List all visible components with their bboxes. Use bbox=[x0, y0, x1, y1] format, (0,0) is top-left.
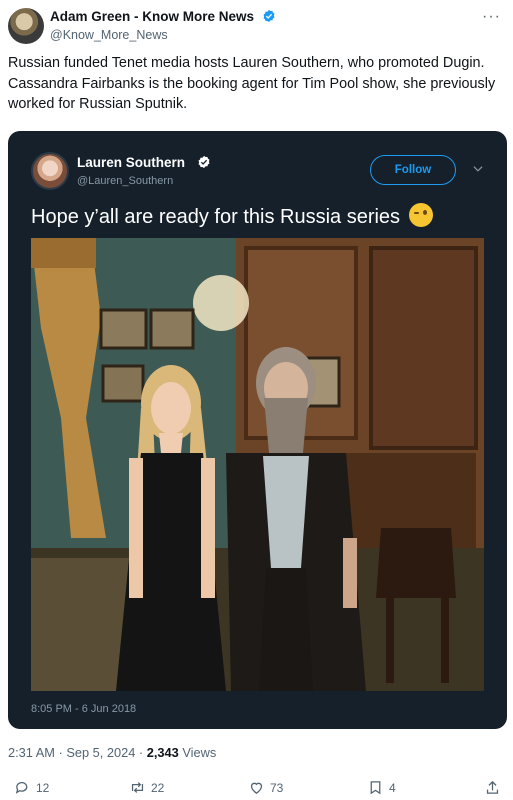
chevron-down-icon bbox=[473, 166, 483, 172]
more-icon[interactable]: ··· bbox=[482, 8, 501, 26]
reply-button[interactable]: 12 bbox=[14, 779, 49, 796]
embedded-author-handle: @Lauren_Southern bbox=[77, 175, 174, 187]
views-count: 2,343 bbox=[146, 745, 179, 760]
meta-separator-1: · bbox=[54, 745, 67, 760]
reply-count: 12 bbox=[36, 780, 50, 795]
embedded-tweet-image[interactable]: Lauren Southern @Lauren_Southern Follow … bbox=[8, 131, 507, 729]
embedded-author-name: Lauren Southern bbox=[77, 155, 186, 170]
verified-badge-icon bbox=[263, 9, 275, 23]
like-button[interactable]: 73 bbox=[248, 779, 283, 796]
bookmark-count: 4 bbox=[389, 780, 396, 795]
tweet-text: Russian funded Tenet media hosts Lauren … bbox=[8, 55, 496, 112]
bookmark-button[interactable]: 4 bbox=[367, 779, 396, 796]
author-name[interactable]: Adam Green - Know More News bbox=[50, 9, 254, 24]
repost-button[interactable]: 22 bbox=[129, 779, 164, 796]
photo bbox=[31, 238, 484, 691]
like-count: 73 bbox=[270, 780, 284, 795]
repost-icon bbox=[131, 782, 144, 793]
winking-face-icon bbox=[408, 203, 433, 227]
tweet-header: Adam Green - Know More News @Know_More_N… bbox=[8, 6, 505, 46]
share-button[interactable] bbox=[484, 779, 501, 796]
author-handle[interactable]: @Know_More_News bbox=[50, 28, 168, 42]
tweet-meta: 2:31 AM · Sep 5, 2024 · 2,343 Views bbox=[8, 745, 216, 760]
follow-button: Follow bbox=[370, 155, 456, 185]
share-icon bbox=[486, 780, 499, 794]
embedded-author-avatar bbox=[31, 152, 69, 190]
meta-separator-2: · bbox=[135, 745, 147, 760]
embedded-tweet-timestamp: 8:05 PM - 6 Jun 2018 bbox=[31, 703, 137, 715]
reply-icon bbox=[15, 781, 28, 794]
bookmark-icon bbox=[370, 781, 381, 795]
tweet-time[interactable]: 2:31 AM bbox=[8, 745, 55, 760]
author-avatar[interactable] bbox=[8, 8, 44, 44]
like-icon bbox=[250, 782, 263, 794]
repost-count: 22 bbox=[151, 780, 165, 795]
action-bar: 12 22 73 4 bbox=[0, 779, 513, 800]
embedded-tweet-text: Hope y’all are ready for this Russia ser… bbox=[31, 203, 433, 229]
embedded-tweet-text-content: Hope y’all are ready for this Russia ser… bbox=[31, 206, 401, 228]
tweet-date[interactable]: Sep 5, 2024 bbox=[66, 745, 135, 760]
embedded-verified-badge-icon bbox=[198, 155, 210, 169]
views-label: Views bbox=[182, 745, 217, 760]
